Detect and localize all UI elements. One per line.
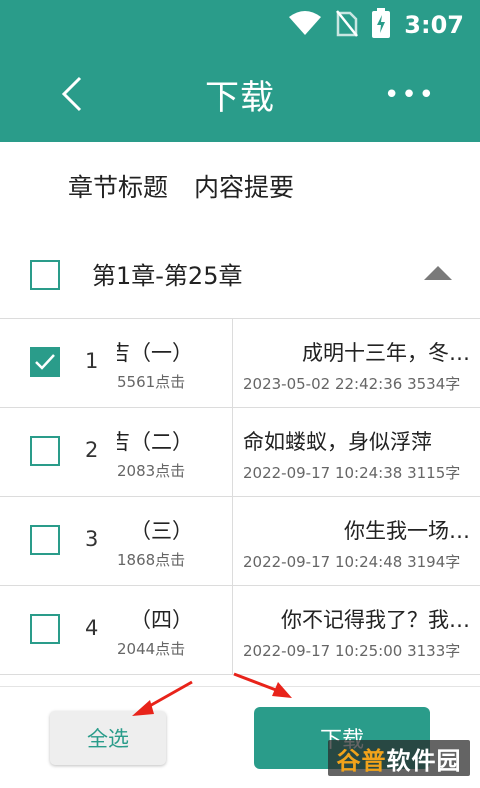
row-divider — [232, 497, 233, 585]
chapter-clicks: 2044点击 — [117, 640, 186, 658]
watermark-logo: 谷普 软件园 — [328, 740, 470, 776]
row-divider — [232, 586, 233, 674]
watermark-part2: 软件园 — [386, 746, 462, 775]
watermark-part1: 谷普 — [336, 746, 387, 775]
checkmark-icon — [35, 354, 55, 370]
chapter-group-header[interactable]: 第1章-第25章 — [0, 232, 480, 319]
chapter-summary: 你生我一场… — [344, 519, 470, 543]
chapter-checkbox[interactable] — [30, 436, 60, 466]
more-dots-icon: ••• — [384, 80, 437, 110]
chapter-checkbox[interactable] — [30, 525, 60, 555]
chapter-words: 3194字 — [407, 553, 461, 571]
chapter-title: 吉（二） — [117, 430, 193, 454]
download-page: 3:07 下载 ••• 章节标题 内容提要 第1章-第25章 1 吉（一） 55… — [0, 0, 480, 788]
chapter-date: 2022-09-17 10:24:38 — [243, 464, 403, 482]
tab-content-summary[interactable]: 内容提要 — [194, 168, 294, 204]
group-checkbox[interactable] — [30, 260, 60, 290]
group-title: 第1章-第25章 — [92, 262, 243, 290]
chapter-words: 3534字 — [407, 375, 461, 393]
chapter-title-cell: 吉（二） 2083点击 — [117, 426, 231, 486]
chapter-meta: 2023-05-02 22:42:36 3534字 — [243, 373, 460, 394]
row-divider — [232, 319, 233, 407]
chapter-clicks: 5561点击 — [117, 373, 186, 391]
chapter-meta: 2022-09-17 10:24:48 3194字 — [243, 551, 460, 572]
chapter-checkbox[interactable] — [30, 347, 60, 377]
chapter-date: 2023-05-02 22:42:36 — [243, 375, 403, 393]
chapter-list: 1 吉（一） 5561点击 成明十三年，冬… 2023-05-02 22:42:… — [0, 319, 480, 675]
chapter-words: 3133字 — [407, 642, 461, 660]
chapter-words: 3115字 — [407, 464, 461, 482]
chapter-date: 2022-09-17 10:24:48 — [243, 553, 403, 571]
battery-charging-icon — [372, 8, 391, 42]
chapter-summary: 命如蝼蚁，身似浮萍 — [243, 430, 432, 454]
tab-chapter-title[interactable]: 章节标题 — [68, 168, 168, 204]
display-mode-tabs: 章节标题 内容提要 — [68, 168, 294, 204]
status-bar: 3:07 — [288, 8, 464, 42]
status-time: 3:07 — [404, 11, 464, 39]
chapter-meta: 2022-09-17 10:24:38 3115字 — [243, 462, 460, 483]
table-row[interactable]: 3 （三） 1868点击 你生我一场… 2022-09-17 10:24:48 … — [0, 497, 480, 586]
chapter-title-cell: （四） 2044点击 — [117, 604, 231, 664]
chapter-index: 3 — [85, 527, 99, 551]
app-header: 3:07 下载 ••• — [0, 0, 480, 142]
select-all-button[interactable]: 全选 — [50, 711, 166, 765]
collapse-triangle-icon[interactable] — [424, 266, 452, 280]
chapter-index: 2 — [85, 438, 99, 462]
chapter-title: （四） — [130, 608, 193, 632]
chapter-clicks: 1868点击 — [117, 551, 186, 569]
chapter-index: 4 — [85, 616, 99, 640]
chapter-clicks: 2083点击 — [117, 462, 186, 480]
table-row[interactable]: 1 吉（一） 5561点击 成明十三年，冬… 2023-05-02 22:42:… — [0, 319, 480, 408]
table-row[interactable]: 4 （四） 2044点击 你不记得我了？我… 2022-09-17 10:25:… — [0, 586, 480, 675]
more-button[interactable]: ••• — [384, 80, 434, 110]
chapter-title-cell: （三） 1868点击 — [117, 515, 231, 575]
no-sim-icon — [336, 9, 359, 41]
table-row[interactable]: 2 吉（二） 2083点击 命如蝼蚁，身似浮萍 2022-09-17 10:24… — [0, 408, 480, 497]
chapter-title: （三） — [130, 519, 193, 543]
row-divider — [232, 408, 233, 496]
chapter-summary: 你不记得我了？我… — [281, 608, 470, 632]
chapter-title-cell: 吉（一） 5561点击 — [117, 337, 231, 397]
wifi-icon — [288, 10, 322, 40]
chapter-checkbox[interactable] — [30, 614, 60, 644]
chapter-index: 1 — [85, 349, 99, 373]
chapter-summary: 成明十三年，冬… — [302, 341, 470, 365]
chapter-date: 2022-09-17 10:25:00 — [243, 642, 403, 660]
chapter-meta: 2022-09-17 10:25:00 3133字 — [243, 640, 460, 661]
chapter-title: 吉（一） — [117, 341, 193, 365]
